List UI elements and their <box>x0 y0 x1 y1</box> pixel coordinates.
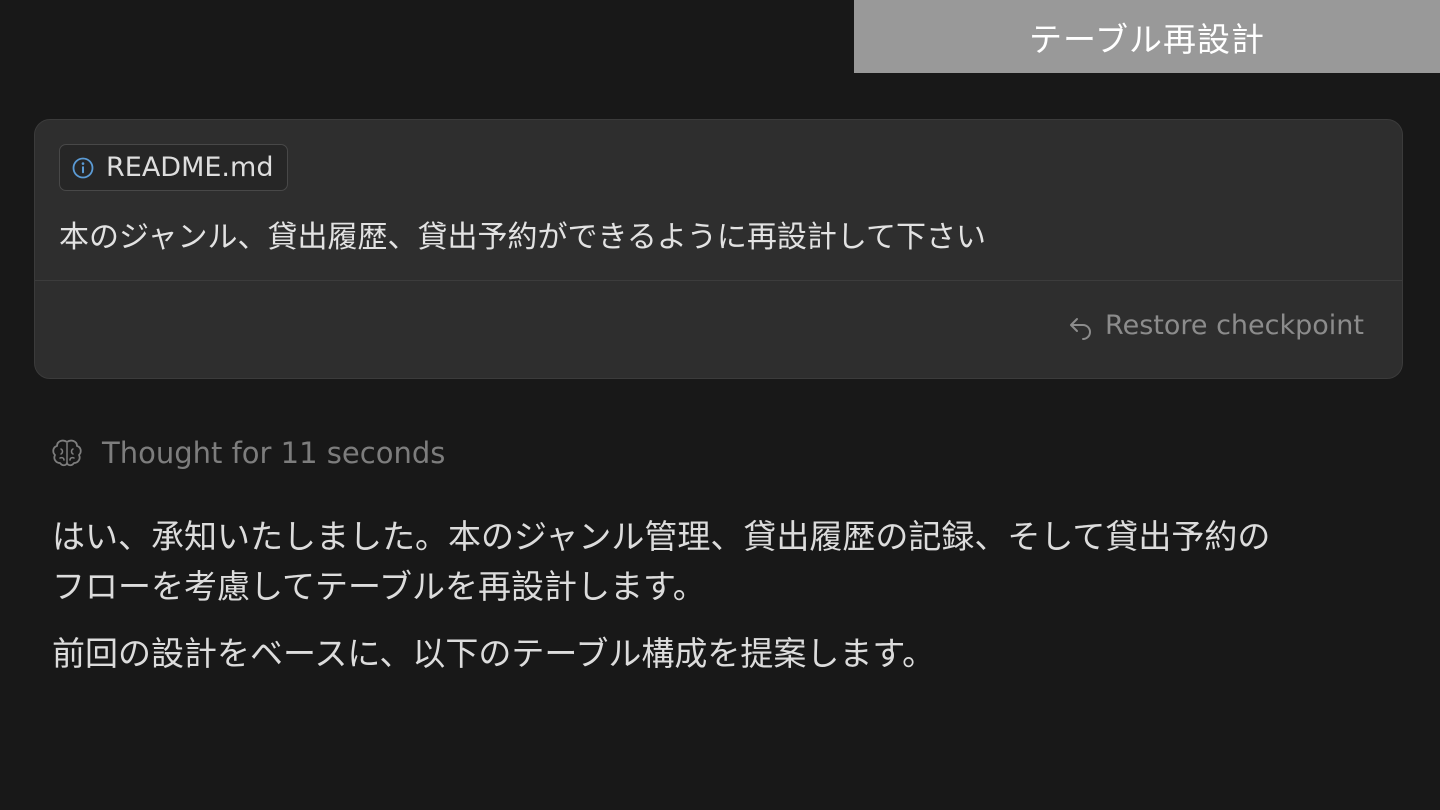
thought-duration-label: Thought for 11 seconds <box>102 436 446 470</box>
thought-toggle[interactable]: Thought for 11 seconds <box>50 436 445 470</box>
restore-checkpoint-label: Restore checkpoint <box>1105 310 1364 341</box>
undo-arrow-icon <box>1067 312 1095 340</box>
response-line: はい、承知いたしました。本のジャンル管理、貸出履歴の記録、そして貸出予約の <box>52 517 1271 556</box>
response-paragraph: 前回の設計をベースに、以下のテーブル構成を提案します。 <box>52 634 936 673</box>
card-divider <box>35 280 1402 281</box>
brain-icon <box>50 436 84 470</box>
info-icon <box>72 157 94 179</box>
context-file-name: README.md <box>106 152 274 183</box>
user-prompt-text: 本のジャンル、貸出履歴、貸出予約ができるように再設計して下さい <box>59 220 986 255</box>
assistant-response: はい、承知いたしました。本のジャンル管理、貸出履歴の記録、そして貸出予約の フロ… <box>52 512 1382 679</box>
page-title-label: テーブル再設計 <box>854 0 1440 73</box>
user-message-card: README.md 本のジャンル、貸出履歴、貸出予約ができるように再設計して下さ… <box>34 119 1403 379</box>
context-file-chip[interactable]: README.md <box>59 144 289 191</box>
title-label-text: テーブル再設計 <box>1028 19 1266 59</box>
response-paragraph: はい、承知いたしました。本のジャンル管理、貸出履歴の記録、そして貸出予約の フロ… <box>52 512 1382 612</box>
response-line: フローを考慮してテーブルを再設計します。 <box>52 567 706 606</box>
restore-checkpoint-button[interactable]: Restore checkpoint <box>1067 310 1364 341</box>
